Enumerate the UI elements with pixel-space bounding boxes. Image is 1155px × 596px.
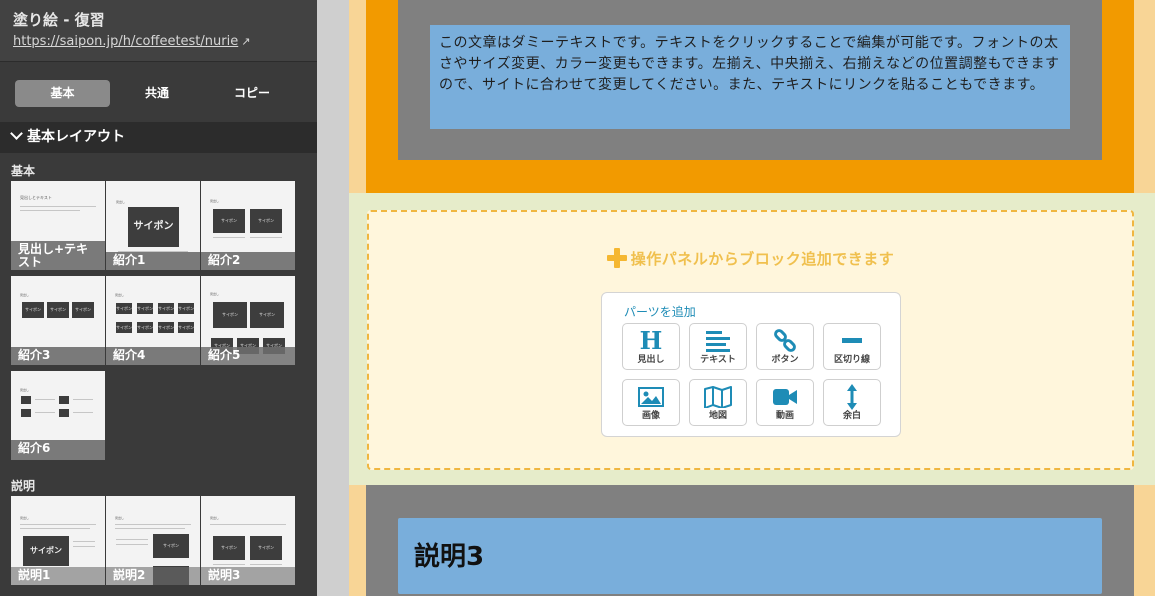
add-block-area[interactable]: 操作パネルからブロック追加できます パーツを追加 H 見出し テキスト ボタン xyxy=(367,210,1134,470)
gray-content-box[interactable]: この文章はダミーテキストです。テキストをクリックすることで編集が可能です。フォン… xyxy=(398,0,1102,160)
layout-thumb-intro1[interactable]: 見出し サイポン 紹介1 xyxy=(106,181,200,270)
orange-section[interactable]: この文章はダミーテキストです。テキストをクリックすることで編集が可能です。フォン… xyxy=(366,0,1134,193)
layout-label: 見出し+テキスト xyxy=(11,241,105,270)
section-heading-block[interactable]: 説明3 xyxy=(398,518,1102,594)
section-header-label: 基本レイアウト xyxy=(27,129,125,145)
site-url-text[interactable]: https://saipon.jp/h/coffeetest/nurie xyxy=(13,34,238,49)
layout-thumb-desc2[interactable]: 見出し サイポン 説明2 xyxy=(106,496,200,585)
layout-label: 紹介1 xyxy=(106,252,200,270)
part-button-map[interactable]: 地図 xyxy=(689,379,747,426)
panel-gutter xyxy=(317,0,349,596)
layout-thumb-intro6[interactable]: 見出し 紹介6 xyxy=(11,371,105,460)
layout-thumb-intro4[interactable]: 見出し サイポン サイポン サイポン サイポン サイポン サイポン サイポン サ… xyxy=(106,276,200,365)
site-url-link[interactable]: https://saipon.jp/h/coffeetest/nurie ↗ xyxy=(13,34,250,49)
part-label: ボタン xyxy=(771,355,799,365)
video-icon xyxy=(757,384,813,410)
chevron-down-icon xyxy=(10,127,23,140)
part-button-divider[interactable]: 区切り線 xyxy=(823,323,881,370)
sidebar-tabs: 基本 共通 コピー xyxy=(0,75,317,113)
section-header-basic-layout[interactable]: 基本レイアウト xyxy=(0,122,317,153)
text-lines-icon xyxy=(690,328,746,354)
divider-icon xyxy=(824,328,880,354)
layout-thumb-desc1[interactable]: 見出し サイポン 説明1 xyxy=(11,496,105,585)
part-label: テキスト xyxy=(700,355,736,365)
part-button-text[interactable]: テキスト xyxy=(689,323,747,370)
add-block-message-text: 操作パネルからブロック追加できます xyxy=(630,250,895,268)
image-icon xyxy=(623,384,679,410)
part-button-button[interactable]: ボタン xyxy=(756,323,814,370)
part-button-image[interactable]: 画像 xyxy=(622,379,680,426)
layout-label: 紹介4 xyxy=(106,347,200,365)
part-label: 見出し xyxy=(637,355,665,365)
sidebar: 塗り絵 - 復習 https://saipon.jp/h/coffeetest/… xyxy=(0,0,317,596)
external-link-icon: ↗ xyxy=(241,35,251,48)
gray-section[interactable]: 説明3 xyxy=(366,485,1134,596)
layout-label: 紹介3 xyxy=(11,347,105,365)
part-button-video[interactable]: 動画 xyxy=(756,379,814,426)
dummy-text-block[interactable]: この文章はダミーテキストです。テキストをクリックすることで編集が可能です。フォン… xyxy=(430,25,1070,129)
part-label: 動画 xyxy=(775,411,794,421)
parts-panel-title: パーツを追加 xyxy=(624,305,696,319)
spacing-icon xyxy=(824,384,880,410)
part-label: 画像 xyxy=(641,411,660,421)
tab-common[interactable]: 共通 xyxy=(112,80,202,107)
category-label-basic: 基本 xyxy=(11,164,36,178)
tab-copy[interactable]: コピー xyxy=(205,80,299,107)
layout-label: 説明2 xyxy=(106,567,200,585)
category-label-description: 説明 xyxy=(11,479,36,493)
layout-thumb-intro5[interactable]: 見出し サイポン サイポン サイポン サイポン サイポン 紹介5 xyxy=(201,276,295,365)
layout-label: 紹介2 xyxy=(201,252,295,270)
sidebar-header: 塗り絵 - 復習 https://saipon.jp/h/coffeetest/… xyxy=(0,0,317,62)
map-icon xyxy=(690,384,746,410)
link-icon xyxy=(757,328,813,354)
layout-label: 説明1 xyxy=(11,567,105,585)
part-button-heading[interactable]: H 見出し xyxy=(622,323,680,370)
layout-thumb-desc3[interactable]: 見出し サイポン サイポン 説明3 xyxy=(201,496,295,585)
tab-basic[interactable]: 基本 xyxy=(15,80,110,107)
part-button-spacing[interactable]: 余白 xyxy=(823,379,881,426)
layout-thumb-intro2[interactable]: 見出し サイポン サイポン 紹介2 xyxy=(201,181,295,270)
add-block-message: 操作パネルからブロック追加できます xyxy=(369,248,1132,269)
parts-panel: パーツを追加 H 見出し テキスト ボタン 区切り線 画像 地図 動画 余白 xyxy=(601,292,901,437)
layout-label: 説明3 xyxy=(201,567,295,585)
layout-thumb-intro3[interactable]: 見出し サイポン サイポン サイポン 紹介3 xyxy=(11,276,105,365)
heading-icon: H xyxy=(639,326,663,355)
layout-label: 紹介6 xyxy=(11,440,105,460)
layout-label: 紹介5 xyxy=(201,347,295,365)
page-title: 塗り絵 - 復習 xyxy=(13,11,105,29)
plus-icon xyxy=(606,248,627,268)
part-label: 地図 xyxy=(708,411,727,421)
layout-thumb-heading-text[interactable]: 見出しとテキスト 見出し+テキスト xyxy=(11,181,105,270)
page-canvas: この文章はダミーテキストです。テキストをクリックすることで編集が可能です。フォン… xyxy=(349,0,1155,596)
part-label: 余白 xyxy=(842,411,861,421)
part-label: 区切り線 xyxy=(833,355,870,365)
